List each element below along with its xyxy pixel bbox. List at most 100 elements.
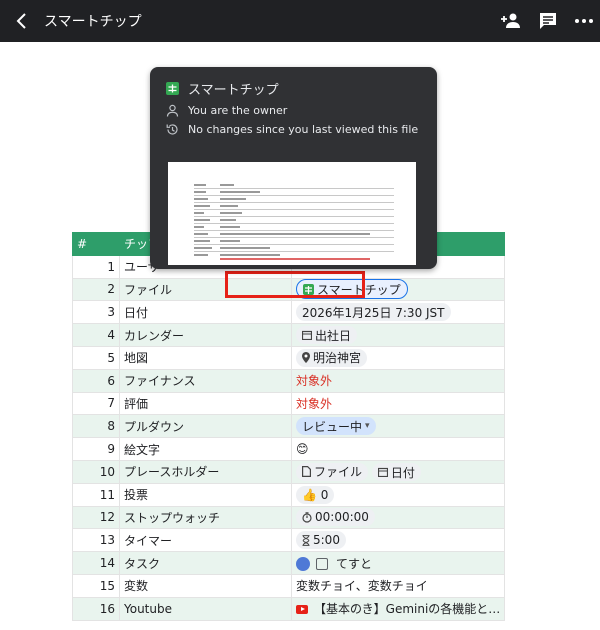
row-value[interactable]: 出社日 — [290, 323, 506, 347]
calendar-chip[interactable]: 出社日 — [296, 326, 358, 345]
stopwatch-chip[interactable]: 00:00:00 — [296, 508, 375, 527]
row-value[interactable]: 2026年1月25日 7:30 JST — [290, 300, 506, 325]
timer-chip[interactable]: 5:00 — [296, 531, 346, 550]
row-number[interactable]: 16 — [72, 596, 120, 621]
row-name[interactable]: カレンダー — [119, 323, 292, 347]
row-number[interactable]: 1 — [72, 254, 120, 279]
smart-chip-preview-card[interactable]: スマートチップ You are the owner No changes sin… — [150, 67, 437, 269]
table-row: 3 日付 2026年1月25日 7:30 JST — [72, 300, 506, 325]
row-number[interactable]: 13 — [72, 528, 120, 553]
table-row: 16 Youtube 【基本のき】Geminiの各機能と… — [72, 596, 506, 621]
popup-title-row: スマートチップ — [166, 79, 279, 98]
row-value[interactable]: 対象外 — [290, 368, 506, 393]
row-name[interactable]: Youtube — [119, 596, 292, 621]
header-number[interactable]: # — [72, 232, 120, 256]
dropdown-arrow-icon: ▾ — [365, 421, 370, 432]
owner-text: You are the owner — [188, 104, 288, 117]
row-number[interactable]: 9 — [72, 437, 120, 461]
table-row: 11 投票 👍 0 — [72, 482, 506, 507]
add-person-icon[interactable] — [500, 9, 524, 33]
place-chip-label: 明治神宮 — [313, 351, 362, 366]
row-number[interactable]: 2 — [72, 277, 120, 302]
document-title: スマートチップ — [44, 14, 142, 30]
table-row: 10 プレースホルダー ファイル 日付 — [72, 459, 506, 484]
row-name[interactable]: ストップウォッチ — [119, 505, 292, 530]
table-row: 7 評価 対象外 — [72, 391, 506, 416]
row-value[interactable]: 5:00 — [290, 528, 506, 553]
placeholder-date-chip[interactable]: 日付 — [371, 463, 421, 482]
sheets-icon — [166, 82, 179, 95]
hourglass-icon — [302, 534, 310, 546]
app-bar: スマートチップ — [0, 0, 600, 42]
row-value[interactable]: 変数チョイ、変数チョイ — [290, 573, 506, 598]
calendar-icon — [377, 468, 388, 478]
row-number[interactable]: 4 — [72, 323, 120, 347]
row-name[interactable]: タスク — [119, 551, 292, 575]
back-arrow-icon[interactable] — [10, 9, 34, 33]
row-value[interactable]: 00:00:00 — [290, 505, 506, 530]
row-number[interactable]: 15 — [72, 573, 120, 598]
table-row: 8 プルダウン レビュー中 ▾ — [72, 414, 506, 439]
row-name[interactable]: 変数 — [119, 573, 292, 598]
popup-history-row: No changes since you last viewed this fi… — [166, 123, 418, 136]
dropdown-chip[interactable]: レビュー中 ▾ — [296, 417, 376, 436]
row-name[interactable]: 評価 — [119, 391, 292, 416]
vote-chip[interactable]: 👍 0 — [296, 485, 335, 504]
row-number[interactable]: 5 — [72, 345, 120, 370]
row-number[interactable]: 12 — [72, 505, 120, 530]
row-name[interactable]: 日付 — [119, 300, 292, 325]
assignee-avatar[interactable] — [296, 557, 310, 572]
task-checkbox[interactable] — [316, 558, 328, 571]
row-value[interactable]: 明治神宮 — [290, 345, 506, 370]
row-name[interactable]: ファイナンス — [119, 368, 292, 393]
table-row: 5 地図 明治神宮 — [72, 345, 506, 370]
file-thumbnail-preview[interactable] — [168, 162, 416, 265]
row-number[interactable]: 8 — [72, 414, 120, 439]
row-value[interactable]: 対象外 — [290, 391, 506, 416]
map-pin-icon — [302, 352, 310, 364]
table-row: 13 タイマー 5:00 — [72, 528, 506, 553]
row-value[interactable]: ファイル 日付 — [290, 459, 506, 484]
calendar-chip-label: 出社日 — [315, 328, 352, 343]
row-value[interactable]: レビュー中 ▾ — [290, 414, 506, 439]
dropdown-chip-label: レビュー中 — [302, 419, 363, 434]
placeholder-date-label: 日付 — [390, 465, 415, 480]
date-chip[interactable]: 2026年1月25日 7:30 JST — [296, 303, 451, 322]
highlight-box — [225, 271, 365, 298]
more-options-icon[interactable] — [572, 9, 596, 33]
row-number[interactable]: 7 — [72, 391, 120, 416]
file-icon — [302, 466, 311, 478]
table-row: 14 タスク てすと — [72, 551, 506, 575]
stopwatch-label: 00:00:00 — [315, 510, 369, 525]
row-number[interactable]: 6 — [72, 368, 120, 393]
popup-owner-row: You are the owner — [166, 104, 287, 117]
placeholder-file-label: ファイル — [314, 465, 363, 480]
placeholder-file-chip[interactable]: ファイル — [296, 462, 369, 481]
row-name[interactable]: タイマー — [119, 528, 292, 553]
row-name[interactable]: 投票 — [119, 482, 292, 507]
row-number[interactable]: 3 — [72, 300, 120, 325]
row-number[interactable]: 10 — [72, 459, 120, 484]
task-label: てすと — [336, 556, 373, 571]
row-name[interactable]: プレースホルダー — [119, 459, 292, 484]
row-name[interactable]: 地図 — [119, 345, 292, 370]
history-icon — [166, 124, 178, 135]
row-value[interactable]: てすと — [290, 551, 506, 575]
changes-text: No changes since you last viewed this fi… — [188, 123, 419, 136]
person-icon — [166, 104, 179, 117]
row-name[interactable]: 絵文字 — [119, 437, 292, 461]
row-name[interactable]: プルダウン — [119, 414, 292, 439]
row-value[interactable]: 👍 0 — [290, 482, 506, 507]
youtube-chip-label[interactable]: 【基本のき】Geminiの各機能と… — [314, 602, 500, 616]
row-number[interactable]: 11 — [72, 482, 120, 507]
row-value[interactable]: 😊 — [290, 437, 506, 461]
row-value[interactable]: 【基本のき】Geminiの各機能と… — [290, 596, 506, 621]
table-row: 15 変数 変数チョイ、変数チョイ — [72, 573, 506, 598]
row-number[interactable]: 14 — [72, 551, 120, 575]
popup-title[interactable]: スマートチップ — [188, 79, 279, 98]
table-row: 6 ファイナンス 対象外 — [72, 368, 506, 393]
table-row: 12 ストップウォッチ 00:00:00 — [72, 505, 506, 530]
place-chip[interactable]: 明治神宮 — [296, 348, 368, 367]
comment-icon[interactable] — [536, 9, 560, 33]
table-row: 4 カレンダー 出社日 — [72, 323, 506, 347]
